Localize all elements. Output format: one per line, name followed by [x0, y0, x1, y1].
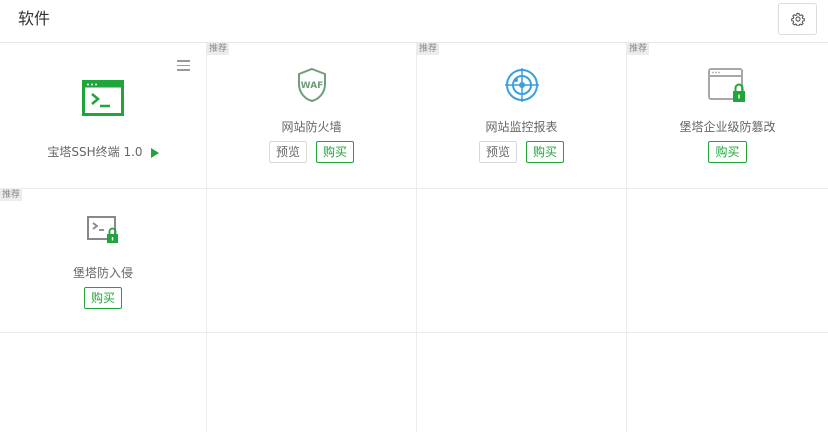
app-actions: 预览 购买 [207, 141, 416, 163]
app-name: 堡塔企业级防篡改 [679, 120, 776, 134]
app-card-ssh-terminal[interactable]: 宝塔SSH终端 1.0 [0, 43, 206, 188]
app-name: 网站监控报表 [485, 120, 558, 134]
preview-button[interactable]: 预览 [478, 141, 517, 163]
app-actions: 购买 [627, 141, 828, 163]
page-title: 软件 [18, 9, 51, 28]
page-header: 软件 [0, 0, 828, 43]
terminal-lock-icon [87, 216, 118, 243]
recommend-badge: 推荐 [0, 189, 23, 201]
settings-button[interactable] [778, 3, 817, 35]
buy-button[interactable]: 购买 [526, 141, 565, 163]
preview-button[interactable]: 预览 [268, 141, 307, 163]
app-card-intrusion-prevention[interactable]: 推荐 堡塔防入侵 购买 [0, 189, 206, 332]
app-name: 堡塔防入侵 [72, 266, 133, 280]
app-name-row: 宝塔SSH终端 1.0 [0, 143, 206, 160]
terminal-icon [82, 80, 124, 116]
recommend-badge: 推荐 [627, 43, 650, 55]
app-card-waf[interactable]: 推荐 WAF 网站防火墙 预览 购买 [207, 43, 416, 188]
svg-text:WAF: WAF [300, 81, 323, 91]
app-actions: 预览 购买 [417, 141, 626, 163]
recommend-badge: 推荐 [207, 43, 230, 55]
app-name: 网站防火墙 [281, 120, 342, 134]
waf-shield-icon: WAF [297, 67, 326, 103]
grid-divider [0, 332, 828, 333]
radar-monitor-icon [504, 68, 539, 102]
buy-button[interactable]: 购买 [83, 287, 122, 309]
recommend-badge: 推荐 [417, 43, 440, 55]
buy-button[interactable]: 购买 [708, 141, 747, 163]
app-actions: 购买 [0, 287, 206, 309]
app-card-monitor[interactable]: 推荐 网站监控报表 预览 购买 [417, 43, 626, 188]
hamburger-icon[interactable] [177, 60, 190, 71]
browser-lock-icon [707, 68, 745, 102]
software-grid: 宝塔SSH终端 1.0 推荐 WAF 网站防火墙 预览 购买 推荐 网站监控报表… [0, 43, 828, 432]
play-icon[interactable] [150, 147, 159, 158]
app-card-tamper-proof[interactable]: 推荐 堡塔企业级防篡改 购买 [627, 43, 828, 188]
buy-button[interactable]: 购买 [316, 141, 355, 163]
gear-icon [790, 12, 805, 26]
app-name: 宝塔SSH终端 1.0 [47, 145, 143, 159]
